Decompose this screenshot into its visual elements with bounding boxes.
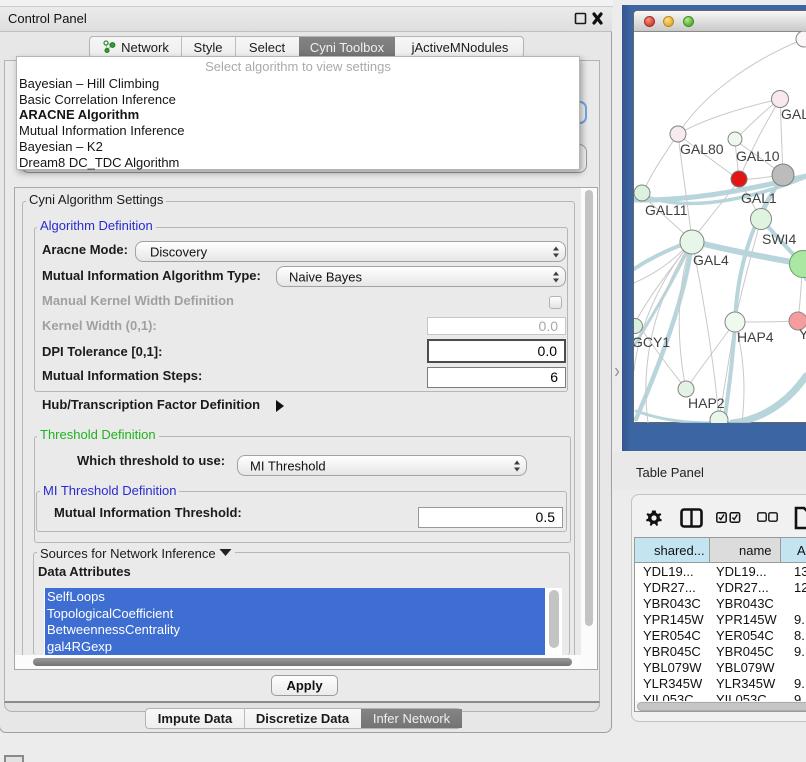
svg-text:GAL1: GAL1 [741, 190, 777, 206]
svg-text:GAL7: GAL7 [781, 106, 806, 122]
svg-text:GAL11: GAL11 [645, 202, 688, 218]
svg-text:GAL4: GAL4 [693, 252, 729, 268]
svg-text:GAL80: GAL80 [680, 141, 724, 157]
svg-text:HAP2: HAP2 [688, 395, 725, 411]
svg-text:HAP4: HAP4 [737, 329, 774, 345]
svg-text:SWI4: SWI4 [762, 231, 796, 247]
svg-text:GCY1: GCY1 [634, 334, 670, 350]
svg-text:GAL10: GAL10 [736, 148, 780, 164]
svg-text:YM: YM [799, 326, 806, 342]
